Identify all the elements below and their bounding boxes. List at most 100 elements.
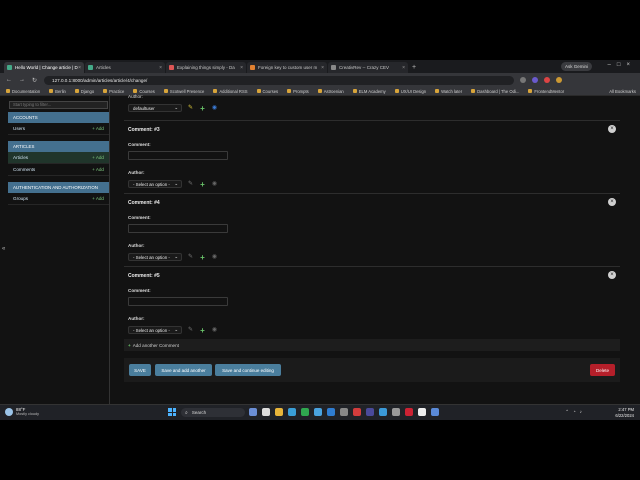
edge-icon[interactable] xyxy=(288,408,296,416)
bookmark-item[interactable]: Additional RSS xyxy=(213,89,248,94)
module-header[interactable]: ACCOUNTS xyxy=(8,112,109,123)
new-tab-button[interactable]: + xyxy=(412,62,416,73)
weather-widget[interactable]: 88°F Mostly cloudy xyxy=(5,407,39,416)
system-tray[interactable]: ⌃◔♪ xyxy=(565,409,586,415)
author-select[interactable]: - Select an option - ⌄ xyxy=(128,326,182,334)
bookmark-item[interactable]: Berlin xyxy=(49,89,66,94)
add-another-comment-link[interactable]: + Add another Comment xyxy=(124,339,620,351)
eye-icon[interactable]: ◉ xyxy=(211,327,218,334)
save-and-add-another-button[interactable]: Save and add another xyxy=(155,364,212,376)
taskbar-search[interactable]: ⌕ Search xyxy=(181,408,245,417)
app-icon[interactable] xyxy=(431,408,439,416)
chrome-icon[interactable] xyxy=(301,408,309,416)
plus-icon[interactable]: + xyxy=(199,104,206,112)
browser-tab[interactable]: CreativRev -- Crazy CEV × xyxy=(328,62,408,73)
bookmark-item[interactable]: UX/UI Design xyxy=(394,89,426,94)
pencil-icon[interactable]: ✎ xyxy=(187,254,194,261)
eye-icon[interactable]: ◉ xyxy=(211,105,218,112)
sidebar-item-comments[interactable]: Comments + Add xyxy=(8,164,109,176)
collapse-sidebar-icon[interactable]: « xyxy=(2,246,5,252)
close-icon[interactable]: × xyxy=(159,65,162,71)
delete-button[interactable]: Delete xyxy=(590,364,615,376)
sidebar-item-users[interactable]: Users + Add xyxy=(8,123,109,135)
sidebar-item-groups[interactable]: Groups + Add xyxy=(8,193,109,205)
app-icon[interactable] xyxy=(418,408,426,416)
browser-tab[interactable]: Explaining things simply - Da × xyxy=(166,62,246,73)
bookmark-item[interactable]: Django xyxy=(74,89,94,94)
avatar[interactable] xyxy=(556,77,563,83)
telegram-icon[interactable] xyxy=(379,408,387,416)
browser-tab[interactable]: Articles × xyxy=(85,62,165,73)
bookmark-item[interactable]: ELM Academy xyxy=(352,89,386,94)
plus-icon[interactable]: + xyxy=(199,180,206,188)
plus-icon[interactable]: + xyxy=(199,253,206,261)
window-controls[interactable]: –□× xyxy=(608,62,636,68)
extension-icon[interactable] xyxy=(544,77,551,83)
plus-icon[interactable]: + xyxy=(199,326,206,334)
add-link[interactable]: + Add xyxy=(92,167,104,172)
sidebar-filter-input[interactable]: Start typing to filter... xyxy=(9,101,108,109)
file-explorer-icon[interactable] xyxy=(275,408,283,416)
eye-icon[interactable]: ◉ xyxy=(211,181,218,188)
close-icon[interactable]: × xyxy=(402,65,405,71)
add-link[interactable]: + Add xyxy=(92,126,104,131)
bookmark-item[interactable]: Courses xyxy=(256,89,278,94)
bookmark-item[interactable]: Astroenian xyxy=(317,89,344,94)
browser-tab[interactable]: Hello World | Change article | D × xyxy=(4,62,84,73)
sidebar-item-label[interactable]: Articles xyxy=(13,155,28,160)
all-bookmarks-button[interactable]: All Bookmarks xyxy=(609,89,636,94)
app-icon[interactable] xyxy=(405,408,413,416)
extension-icon[interactable] xyxy=(532,77,539,83)
bookmark-item[interactable]: Prompts xyxy=(287,89,309,94)
bookmark-item[interactable]: Dashboard | The Odi... xyxy=(471,89,519,94)
app-icon[interactable] xyxy=(262,408,270,416)
remove-inline-icon[interactable]: × xyxy=(608,125,616,133)
windows-start-icon[interactable] xyxy=(168,408,176,416)
app-icon[interactable] xyxy=(366,408,374,416)
pencil-icon[interactable]: ✎ xyxy=(187,327,194,334)
vscode-icon[interactable] xyxy=(327,408,335,416)
pencil-icon[interactable]: ✎ xyxy=(187,181,194,188)
module-header[interactable]: ARTICLES xyxy=(8,141,109,152)
sidebar-item-label[interactable]: Groups xyxy=(13,196,28,201)
gemini-button[interactable]: Ask Gemini xyxy=(560,62,592,71)
forward-icon[interactable]: → xyxy=(19,77,25,83)
bookmark-item[interactable]: FrontendMentor xyxy=(528,89,564,94)
remove-inline-icon[interactable]: × xyxy=(608,271,616,279)
sidebar-item-label[interactable]: Comments xyxy=(13,167,35,172)
app-icon[interactable] xyxy=(340,408,348,416)
bookmark-item[interactable]: Watch later xyxy=(435,89,462,94)
close-icon[interactable]: × xyxy=(78,65,81,71)
author-select[interactable]: - Select an option - ⌄ xyxy=(128,180,182,188)
module-header[interactable]: AUTHENTICATION AND AUTHORIZATION xyxy=(8,182,109,193)
close-icon[interactable]: × xyxy=(240,65,243,71)
app-icon[interactable] xyxy=(392,408,400,416)
add-link[interactable]: + Add xyxy=(92,196,104,201)
save-button[interactable]: SAVE xyxy=(129,364,151,376)
author-select[interactable]: defaultuser ⌄ xyxy=(128,104,182,112)
comment-input[interactable] xyxy=(128,224,228,233)
browser-tab[interactable]: Foreign key to custom user m × xyxy=(247,62,327,73)
comment-input[interactable] xyxy=(128,151,228,160)
bookmark-item[interactable]: Documentation xyxy=(6,89,40,94)
save-and-continue-button[interactable]: Save and continue editing xyxy=(215,364,281,376)
bookmark-item[interactable]: Scotwell Presence xyxy=(163,89,204,94)
close-icon[interactable]: × xyxy=(321,65,324,71)
back-icon[interactable]: ← xyxy=(6,77,12,83)
comment-input[interactable] xyxy=(128,297,228,306)
bookmark-item[interactable]: Practice xyxy=(103,89,124,94)
add-link[interactable]: + Add xyxy=(92,155,104,160)
reload-icon[interactable]: ↻ xyxy=(32,77,37,84)
remove-inline-icon[interactable]: × xyxy=(608,198,616,206)
sidebar-item-label[interactable]: Users xyxy=(13,126,25,131)
sidebar-item-articles[interactable]: Articles + Add xyxy=(8,152,109,164)
author-select[interactable]: - Select an option - ⌄ xyxy=(128,253,182,261)
url-input[interactable]: 127.0.0.1:8000/admin/articles/article/4/… xyxy=(44,75,515,85)
eye-icon[interactable]: ◉ xyxy=(211,254,218,261)
app-icon[interactable] xyxy=(353,408,361,416)
task-view-icon[interactable] xyxy=(249,408,257,416)
app-icon[interactable] xyxy=(314,408,322,416)
extension-icon[interactable] xyxy=(520,77,527,83)
taskbar-clock[interactable]: 2:47 PM 6/22/2024 xyxy=(615,407,634,419)
pencil-icon[interactable]: ✎ xyxy=(187,105,194,112)
